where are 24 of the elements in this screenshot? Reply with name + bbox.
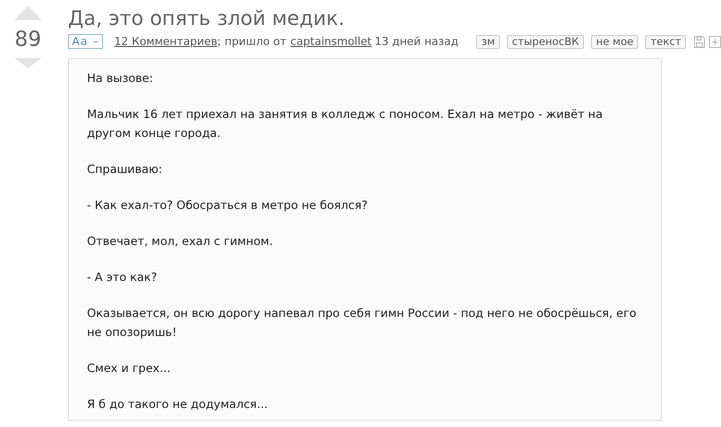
body-paragraph: Оказывается, он всю дорогу напевал про себя гимн России - под него не обосрёшься, его не опозоришь!	[87, 305, 638, 341]
body-paragraph: Мальчик 16 лет приехал на занятия в колледж с поносом. Ехал на метро - живёт на другом конце города.	[87, 106, 604, 142]
body-paragraph: - А это как?	[87, 269, 158, 286]
font-size-toggle[interactable]: Aa –	[68, 34, 104, 49]
body-paragraph: Смех и грех...	[87, 360, 172, 377]
tag-link[interactable]: зм	[476, 34, 500, 48]
author-link[interactable]: captainsmollet	[290, 35, 372, 48]
body-paragraph: Отвечает, мол, ехал с гимном.	[87, 233, 274, 250]
body-paragraph: - Как ехал-то? Обосраться в метро не боялся?	[87, 197, 369, 214]
upvote-icon[interactable]	[14, 6, 42, 20]
tag-link[interactable]: не мое	[591, 34, 638, 48]
downvote-icon[interactable]	[14, 58, 42, 68]
body-paragraph: Я б до такого не додумался...	[87, 396, 269, 413]
tag-link[interactable]: текст	[645, 34, 686, 48]
comments-link[interactable]: 12 Комментариев	[114, 35, 218, 48]
meta-text: ; пришло от	[217, 35, 286, 48]
post-title: Да, это опять злой медик.	[68, 6, 346, 30]
post-score: 89	[14, 27, 42, 51]
post-time: 13 дней назад	[374, 35, 458, 48]
save-icon[interactable]	[694, 36, 706, 48]
plus-icon[interactable]	[709, 36, 721, 48]
tag-link[interactable]: стыреносВК	[506, 34, 584, 48]
body-paragraph: Спрашиваю:	[87, 161, 164, 178]
body-paragraph: На вызове:	[87, 70, 154, 87]
